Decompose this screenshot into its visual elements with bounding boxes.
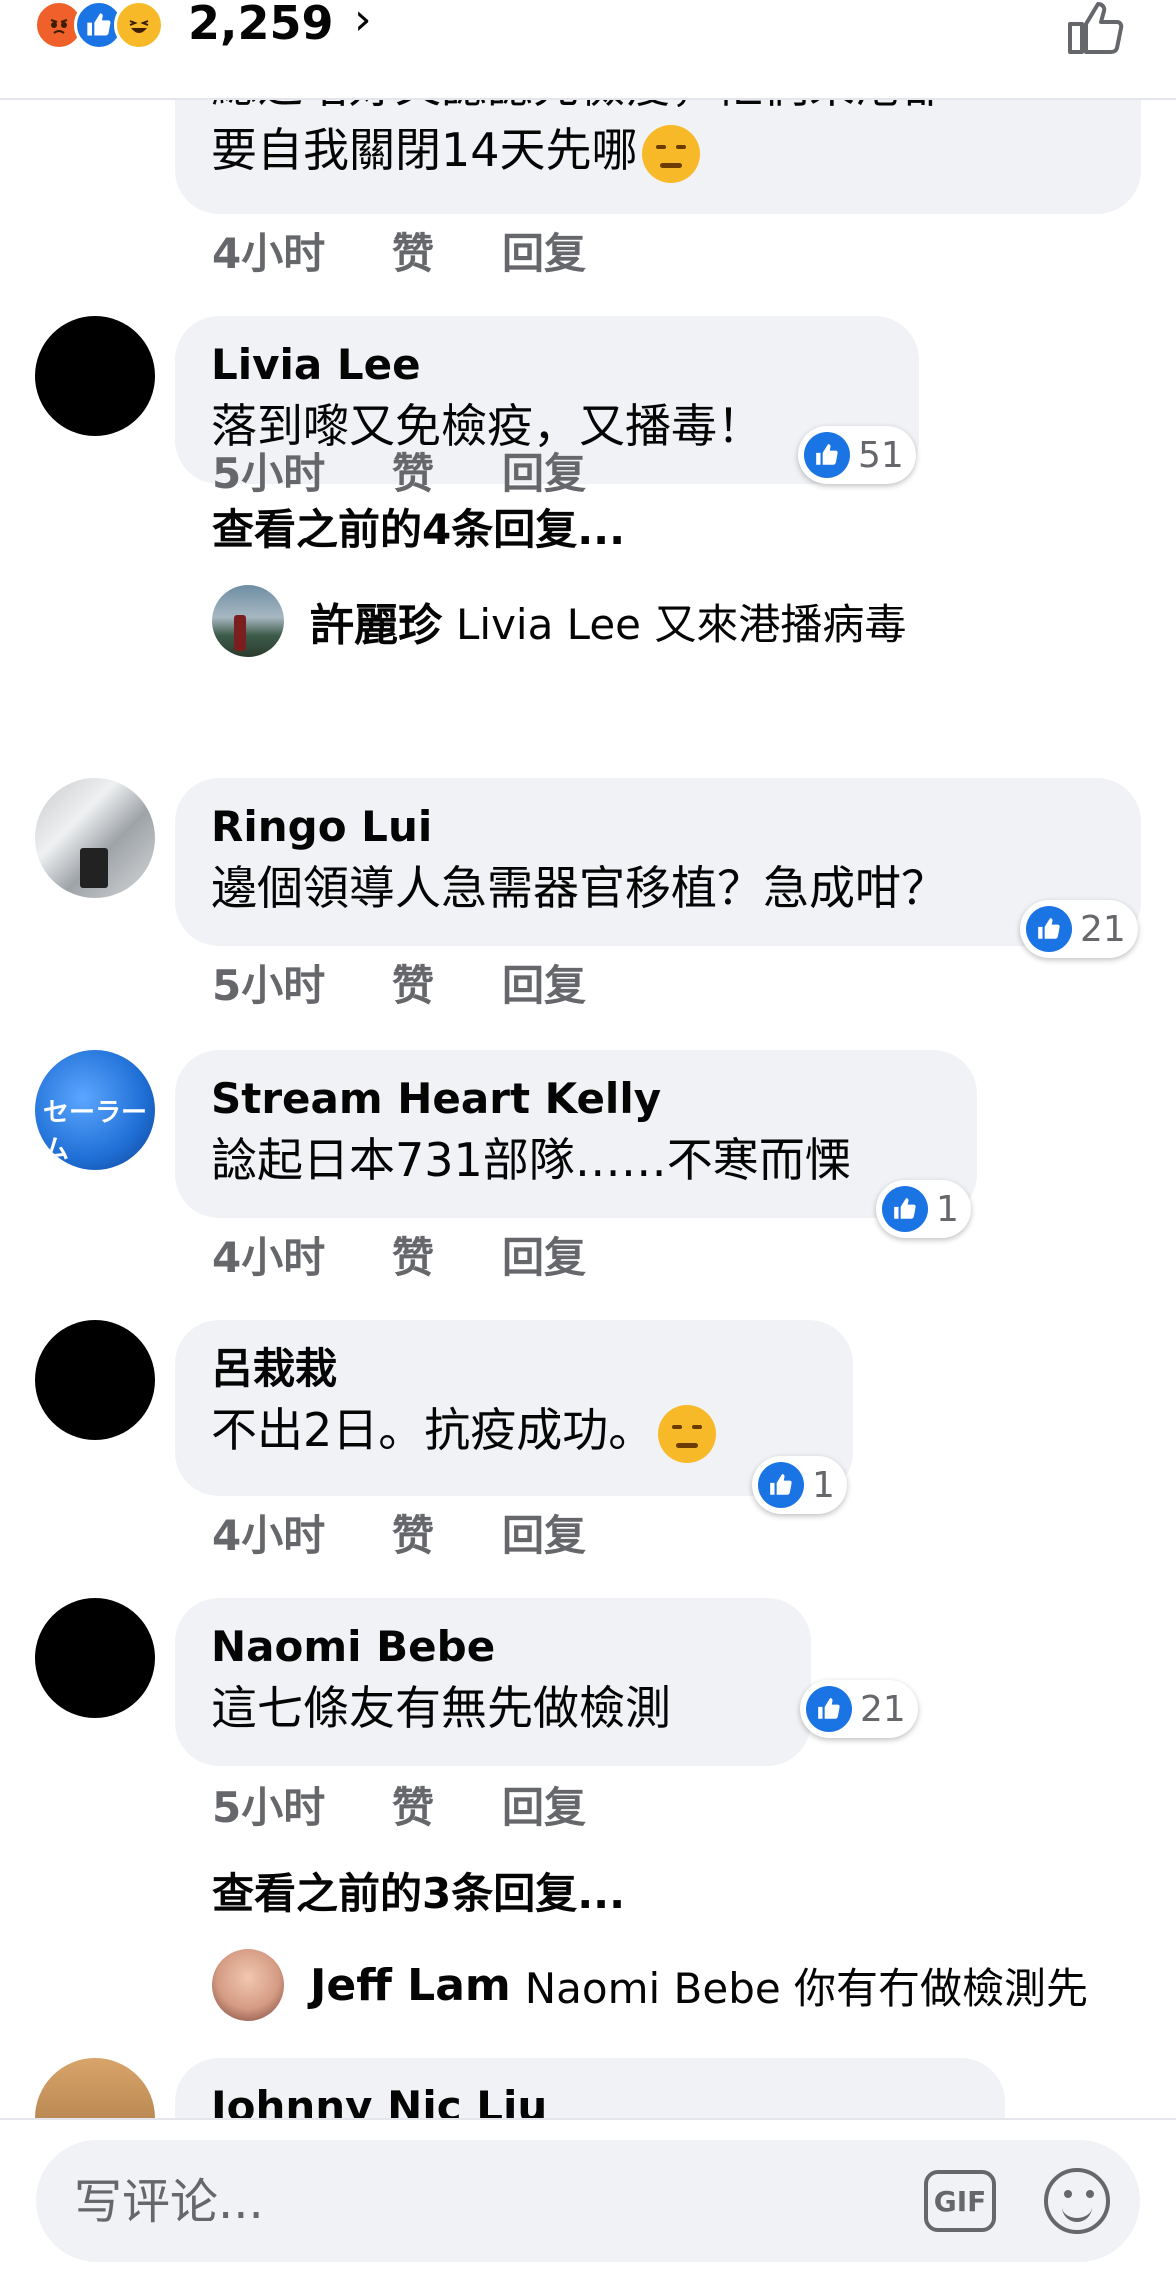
reply-author-name[interactable]: 許麗珍 xyxy=(310,589,442,653)
gif-button[interactable]: GIF xyxy=(924,2170,996,2232)
avatar[interactable] xyxy=(35,2058,155,2118)
commenter-name[interactable]: Livia Lee xyxy=(211,336,883,394)
comment-text: 要自我關閉14天先哪 xyxy=(211,118,1105,183)
comment-meta: 5小时 赞 回复 xyxy=(212,952,632,1013)
comment-bubble[interactable]: Johnny Nic Liu xyxy=(175,2058,1005,2118)
comment-bubble[interactable]: Stream Heart Kelly 諗起日本731部隊……不寒而慄 xyxy=(175,1050,977,1218)
reply-text: Naomi Bebe 你有冇做檢測先 xyxy=(524,1963,1089,2013)
reply-button[interactable]: 回复 xyxy=(502,1774,632,1835)
comment-text-partial: 總之唔好又諗諗先檢疫，佢們來港都 xyxy=(211,98,1105,118)
comment-meta: 4小时 赞 回复 xyxy=(212,1502,632,1563)
reply-button[interactable]: 回复 xyxy=(502,952,632,1013)
avatar[interactable] xyxy=(35,778,155,898)
comment-text: 諗起日本731部隊……不寒而慄 xyxy=(211,1133,851,1187)
commenter-name[interactable]: Naomi Bebe xyxy=(211,1618,775,1676)
reaction-count: 1 xyxy=(936,1188,959,1230)
avatar[interactable] xyxy=(212,585,284,657)
reply-preview[interactable]: Jeff Lam Naomi Bebe 你有冇做檢測先 xyxy=(212,1948,1088,2022)
like-button[interactable]: 赞 xyxy=(392,440,502,501)
like-icon xyxy=(882,1186,928,1232)
reaction-badge[interactable]: 21 xyxy=(1020,900,1138,958)
view-more-replies[interactable]: 查看之前的4条回复... xyxy=(212,496,625,557)
reaction-badge[interactable]: 1 xyxy=(876,1180,971,1238)
like-icon xyxy=(806,1686,852,1732)
reply-preview[interactable]: 許麗珍 Livia Lee 又來港播病毒 xyxy=(212,584,906,658)
reaction-badge[interactable]: 51 xyxy=(798,426,916,484)
like-icon xyxy=(1026,906,1072,952)
emoji-icon[interactable] xyxy=(1044,2168,1110,2234)
comment-meta: 4小时 赞 回复 xyxy=(212,1224,632,1285)
comment-time: 5小时 xyxy=(212,961,326,1010)
reply-text: Livia Lee 又來港播病毒 xyxy=(456,599,907,649)
comment-meta: 5小时 赞 回复 xyxy=(212,1774,632,1835)
comment-time: 5小时 xyxy=(212,1783,326,1832)
avatar[interactable] xyxy=(35,316,155,436)
reaction-count: 51 xyxy=(858,434,904,476)
commenter-name[interactable]: Ringo Lui xyxy=(211,798,1105,856)
comment-text: 不出2日。抗疫成功。 xyxy=(211,1398,817,1463)
haha-icon xyxy=(114,0,164,50)
reaction-count: 21 xyxy=(860,1688,906,1730)
like-button[interactable]: 赞 xyxy=(392,220,502,281)
comment-input-container[interactable]: GIF xyxy=(36,2140,1140,2262)
comment-bubble[interactable]: 總之唔好又諗諗先檢疫，佢們來港都 要自我關閉14天先哪 xyxy=(175,98,1141,214)
comment-input[interactable] xyxy=(72,2164,896,2240)
comment-meta: 4小时 赞 回复 xyxy=(212,220,632,281)
smirking-face-icon xyxy=(658,1404,717,1463)
reaction-summary[interactable] xyxy=(34,0,164,50)
like-button[interactable]: 赞 xyxy=(392,1502,502,1563)
reaction-count: 21 xyxy=(1080,908,1126,950)
like-outline-icon[interactable] xyxy=(1064,0,1126,54)
avatar[interactable] xyxy=(35,1050,155,1170)
comment-text: 這七條友有無先做檢測 xyxy=(211,1681,671,1735)
avatar[interactable] xyxy=(35,1598,155,1718)
like-icon xyxy=(758,1462,804,1508)
comment-time: 4小时 xyxy=(212,1233,326,1282)
avatar[interactable] xyxy=(212,1949,284,2021)
reaction-count: 1 xyxy=(812,1464,835,1506)
comment-meta: 5小时 赞 回复 xyxy=(212,440,632,501)
comment-composer: GIF xyxy=(0,2118,1176,2282)
reaction-count[interactable]: 2,259 xyxy=(188,0,334,50)
reply-button[interactable]: 回复 xyxy=(502,1224,632,1285)
chevron-right-icon[interactable]: › xyxy=(354,0,372,45)
reply-button[interactable]: 回复 xyxy=(502,1502,632,1563)
view-more-replies[interactable]: 查看之前的3条回复... xyxy=(212,1860,625,1921)
like-icon xyxy=(804,432,850,478)
commenter-name[interactable]: Stream Heart Kelly xyxy=(211,1070,941,1128)
comment-bubble[interactable]: Naomi Bebe 這七條友有無先做檢測 xyxy=(175,1598,811,1766)
comment-time: 4小时 xyxy=(212,1511,326,1560)
comment-time: 4小时 xyxy=(212,229,326,278)
pensive-face-icon xyxy=(641,124,700,183)
comment-bubble[interactable]: Ringo Lui 邊個領導人急需器官移植？急成咁？ xyxy=(175,778,1141,946)
like-button[interactable]: 赞 xyxy=(392,1774,502,1835)
reaction-badge[interactable]: 21 xyxy=(800,1680,918,1738)
commenter-name[interactable]: Johnny Nic Liu xyxy=(211,2078,969,2118)
comment-text: 邊個領導人急需器官移植？急成咁？ xyxy=(211,861,947,915)
comments-feed[interactable]: 總之唔好又諗諗先檢疫，佢們來港都 要自我關閉14天先哪 4小时 赞 回复 Liv… xyxy=(0,98,1176,2118)
commenter-name[interactable]: 呂栽栽 xyxy=(211,1340,817,1398)
comment-time: 5小时 xyxy=(212,449,326,498)
reply-button[interactable]: 回复 xyxy=(502,440,632,501)
avatar[interactable] xyxy=(35,1320,155,1440)
reply-button[interactable]: 回复 xyxy=(502,220,632,281)
like-button[interactable]: 赞 xyxy=(392,952,502,1013)
comment-bubble[interactable]: 呂栽栽 不出2日。抗疫成功。 xyxy=(175,1320,853,1496)
reaction-badge[interactable]: 1 xyxy=(752,1456,847,1514)
like-button[interactable]: 赞 xyxy=(392,1224,502,1285)
reactions-header: 2,259 › xyxy=(0,0,1176,100)
reply-author-name[interactable]: Jeff Lam xyxy=(310,1960,511,2011)
